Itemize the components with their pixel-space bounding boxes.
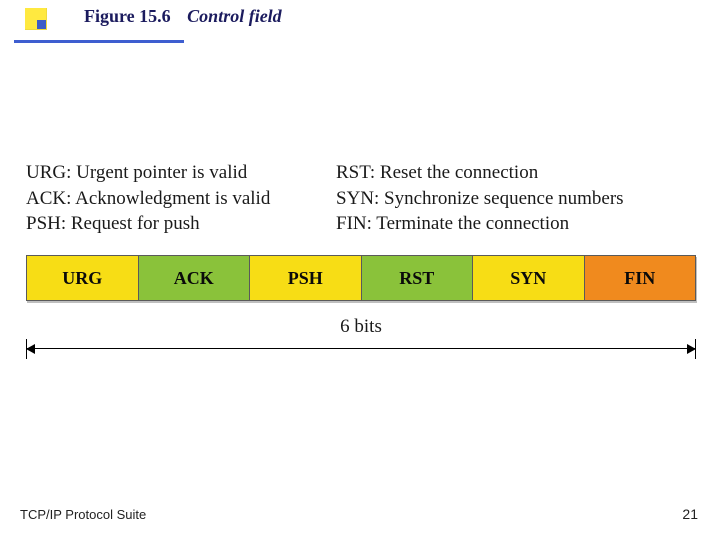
dim-hline: [26, 348, 696, 349]
def-syn: SYN: Synchronize sequence numbers: [336, 186, 696, 212]
control-field-strip: URGACKPSHRSTSYNFIN: [26, 255, 696, 301]
def-urg: URG: Urgent pointer is valid: [26, 160, 336, 186]
definitions-right-column: RST: Reset the connection SYN: Synchroni…: [336, 160, 696, 237]
flag-cell-ack: ACK: [139, 256, 251, 300]
flag-cell-fin: FIN: [585, 256, 696, 300]
dimension-label: 6 bits: [26, 316, 696, 338]
def-ack: ACK: Acknowledgment is valid: [26, 186, 336, 212]
definitions-left-column: URG: Urgent pointer is valid ACK: Acknow…: [26, 160, 336, 237]
def-rst: RST: Reset the connection: [336, 160, 696, 186]
page-number: 21: [682, 506, 698, 522]
flag-cell-syn: SYN: [473, 256, 585, 300]
figure-caption: Control field: [187, 6, 282, 26]
flag-cell-rst: RST: [362, 256, 474, 300]
arrow-left-icon: [26, 344, 35, 354]
header-underline: [14, 40, 184, 43]
header-bullet-icon: [25, 8, 47, 30]
def-fin: FIN: Terminate the connection: [336, 211, 696, 237]
figure-number: Figure 15.6: [84, 6, 171, 26]
flag-cell-psh: PSH: [250, 256, 362, 300]
dimension-annotation: 6 bits: [26, 316, 696, 356]
flag-cell-urg: URG: [27, 256, 139, 300]
slide-header: Figure 15.6 Control field: [0, 0, 720, 60]
flag-definitions: URG: Urgent pointer is valid ACK: Acknow…: [26, 160, 696, 237]
figure-title: Figure 15.6 Control field: [84, 6, 282, 27]
dimension-line: [26, 342, 696, 356]
dim-tick-right: [695, 339, 696, 359]
footer-source: TCP/IP Protocol Suite: [20, 507, 146, 522]
def-psh: PSH: Request for push: [26, 211, 336, 237]
